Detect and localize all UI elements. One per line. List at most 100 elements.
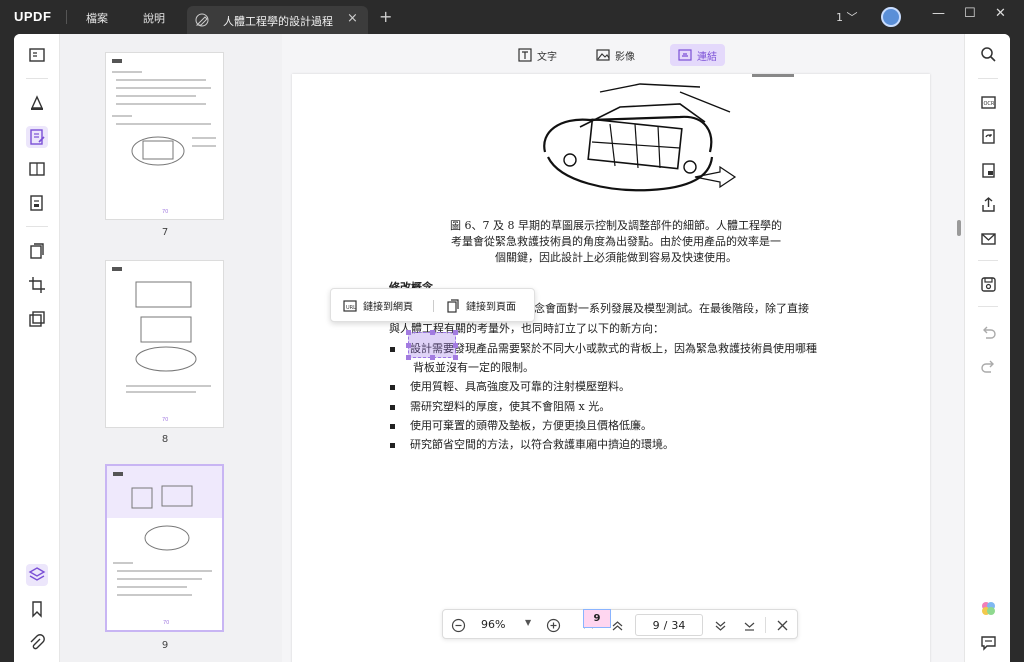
comments-panel-button[interactable] <box>978 632 998 652</box>
protect-button[interactable] <box>978 160 998 180</box>
link-selection-box[interactable] <box>406 330 458 360</box>
layers-button[interactable] <box>26 564 48 586</box>
layers-icon <box>29 311 45 327</box>
mode-label: 文字 <box>537 51 557 63</box>
save-button[interactable] <box>978 274 998 294</box>
zoom-in-button[interactable] <box>544 616 562 634</box>
page-organize-button[interactable] <box>26 158 48 180</box>
redo-button[interactable] <box>978 356 998 376</box>
edit-pdf-button[interactable] <box>26 126 48 148</box>
new-tab-button[interactable]: + <box>379 7 392 26</box>
image-icon <box>596 49 610 61</box>
last-page-icon <box>744 622 754 631</box>
bullet-item: 需研究塑料的厚度，使其不會阻隔 x 光。 <box>390 398 610 414</box>
share-icon <box>981 196 995 212</box>
search-button[interactable] <box>978 44 998 64</box>
convert-button[interactable] <box>978 126 998 146</box>
sketch-figure-image <box>543 83 737 192</box>
layers-stack-icon <box>28 567 46 581</box>
thumb-sketch-image <box>131 136 185 166</box>
ocr-button[interactable]: OCR <box>978 92 998 112</box>
edit-text-mode[interactable]: 文字 <box>510 44 565 66</box>
ai-logo-icon <box>981 601 995 615</box>
thumbnail-page-9[interactable]: 70 <box>105 464 224 632</box>
resize-handle[interactable] <box>453 330 458 335</box>
app-logo: UPDF <box>14 9 52 24</box>
resize-handle[interactable] <box>406 355 411 360</box>
tools-button[interactable] <box>26 308 48 330</box>
copy-pages-icon <box>30 243 44 259</box>
next-page-button[interactable] <box>711 616 729 634</box>
paperclip-icon <box>30 634 45 650</box>
pdf-page: 圖 6、7 及 8 早期的草圖展示控制及調整部件的細節。人體工程學的考量會從緊急… <box>292 74 930 662</box>
page-dropdown[interactable]: 1 ﹀ <box>836 9 858 25</box>
bookmark-button[interactable] <box>26 598 48 620</box>
tab-close-icon[interactable]: × <box>347 11 358 26</box>
current-page: 9 <box>652 618 660 632</box>
attachment-button[interactable] <box>26 632 48 654</box>
divider <box>26 78 48 79</box>
close-window-button[interactable]: ✕ <box>995 6 1006 21</box>
thumbnail-page-number: 7 <box>161 227 169 238</box>
minimize-button[interactable]: — <box>932 6 945 21</box>
menu-help[interactable]: 說明 <box>143 10 165 26</box>
paragraph-line: 設計念會面對一系列發展及模型測試。在最後階段，除了直接 <box>512 302 809 315</box>
menu-file[interactable]: 檔案 <box>86 10 108 26</box>
email-button[interactable] <box>978 228 998 248</box>
thumb-sketch-image <box>135 281 197 372</box>
search-icon <box>980 46 996 62</box>
edit-link-mode[interactable]: 連結 <box>670 44 725 66</box>
chevron-down-icon: ﹀ <box>846 11 858 24</box>
avatar[interactable] <box>881 7 901 27</box>
zoom-out-button[interactable] <box>449 616 467 634</box>
organize-pages-button[interactable] <box>26 240 48 262</box>
edit-image-mode[interactable]: 影像 <box>588 44 643 66</box>
thumb-line <box>116 87 211 89</box>
page-number-input[interactable]: 9 / 34 <box>635 614 703 636</box>
document-tab[interactable]: 人體工程學的設計過程 × <box>187 6 368 34</box>
resize-handle[interactable] <box>406 330 411 335</box>
double-chevron-up-icon <box>612 620 622 630</box>
bullet-item: 使用可棄置的頭帶及墊板，方便更換且價格低廉。 <box>390 417 652 433</box>
divider <box>978 260 998 261</box>
ai-assistant-button[interactable] <box>978 598 998 618</box>
thumb-line <box>112 71 142 73</box>
crop-icon <box>29 277 45 293</box>
reader-icon <box>29 48 45 62</box>
thumb-line <box>126 385 211 387</box>
resize-handle[interactable] <box>453 343 458 348</box>
last-page-button[interactable] <box>740 616 758 634</box>
thumb-line <box>117 570 212 572</box>
zoom-dropdown-icon[interactable]: ▼ <box>525 618 531 627</box>
resize-handle[interactable] <box>430 330 435 335</box>
resize-handle[interactable] <box>406 343 411 348</box>
thumb-footer: 70 <box>163 620 170 626</box>
thumbnail-page-7[interactable]: 70 <box>105 52 224 220</box>
form-button[interactable] <box>26 192 48 214</box>
page-dropdown-value: 1 <box>836 11 843 24</box>
maximize-button[interactable]: ☐ <box>964 6 976 21</box>
resize-handle[interactable] <box>430 355 435 360</box>
zoom-page-navigation-bar: 96% ▼ 9 / 34 <box>442 609 798 639</box>
link-icon <box>678 49 692 61</box>
left-toolbar <box>14 34 60 662</box>
web-link-icon: URL <box>343 299 357 312</box>
vertical-scrollbar[interactable] <box>957 220 961 236</box>
reader-mode-button[interactable] <box>26 44 48 66</box>
share-button[interactable] <box>978 194 998 214</box>
document-edit-icon <box>195 13 209 27</box>
resize-handle[interactable] <box>453 355 458 360</box>
total-pages: 34 <box>671 618 686 632</box>
zoom-level[interactable]: 96% <box>481 618 505 631</box>
undo-button[interactable] <box>978 322 998 342</box>
thumbnail-page-number: 9 <box>161 640 169 651</box>
close-zoom-bar-button[interactable] <box>773 616 791 634</box>
link-to-page-button[interactable]: 鏈接到頁面 <box>446 298 516 313</box>
link-popover: URL 鏈接到網頁 鏈接到頁面 <box>330 288 535 322</box>
redo-icon <box>980 360 994 373</box>
svg-text:URL: URL <box>346 305 356 311</box>
thumbnail-page-8[interactable]: 70 <box>105 260 224 428</box>
link-to-web-button[interactable]: URL 鏈接到網頁 <box>343 298 413 313</box>
crop-button[interactable] <box>26 274 48 296</box>
comment-button[interactable] <box>26 92 48 114</box>
